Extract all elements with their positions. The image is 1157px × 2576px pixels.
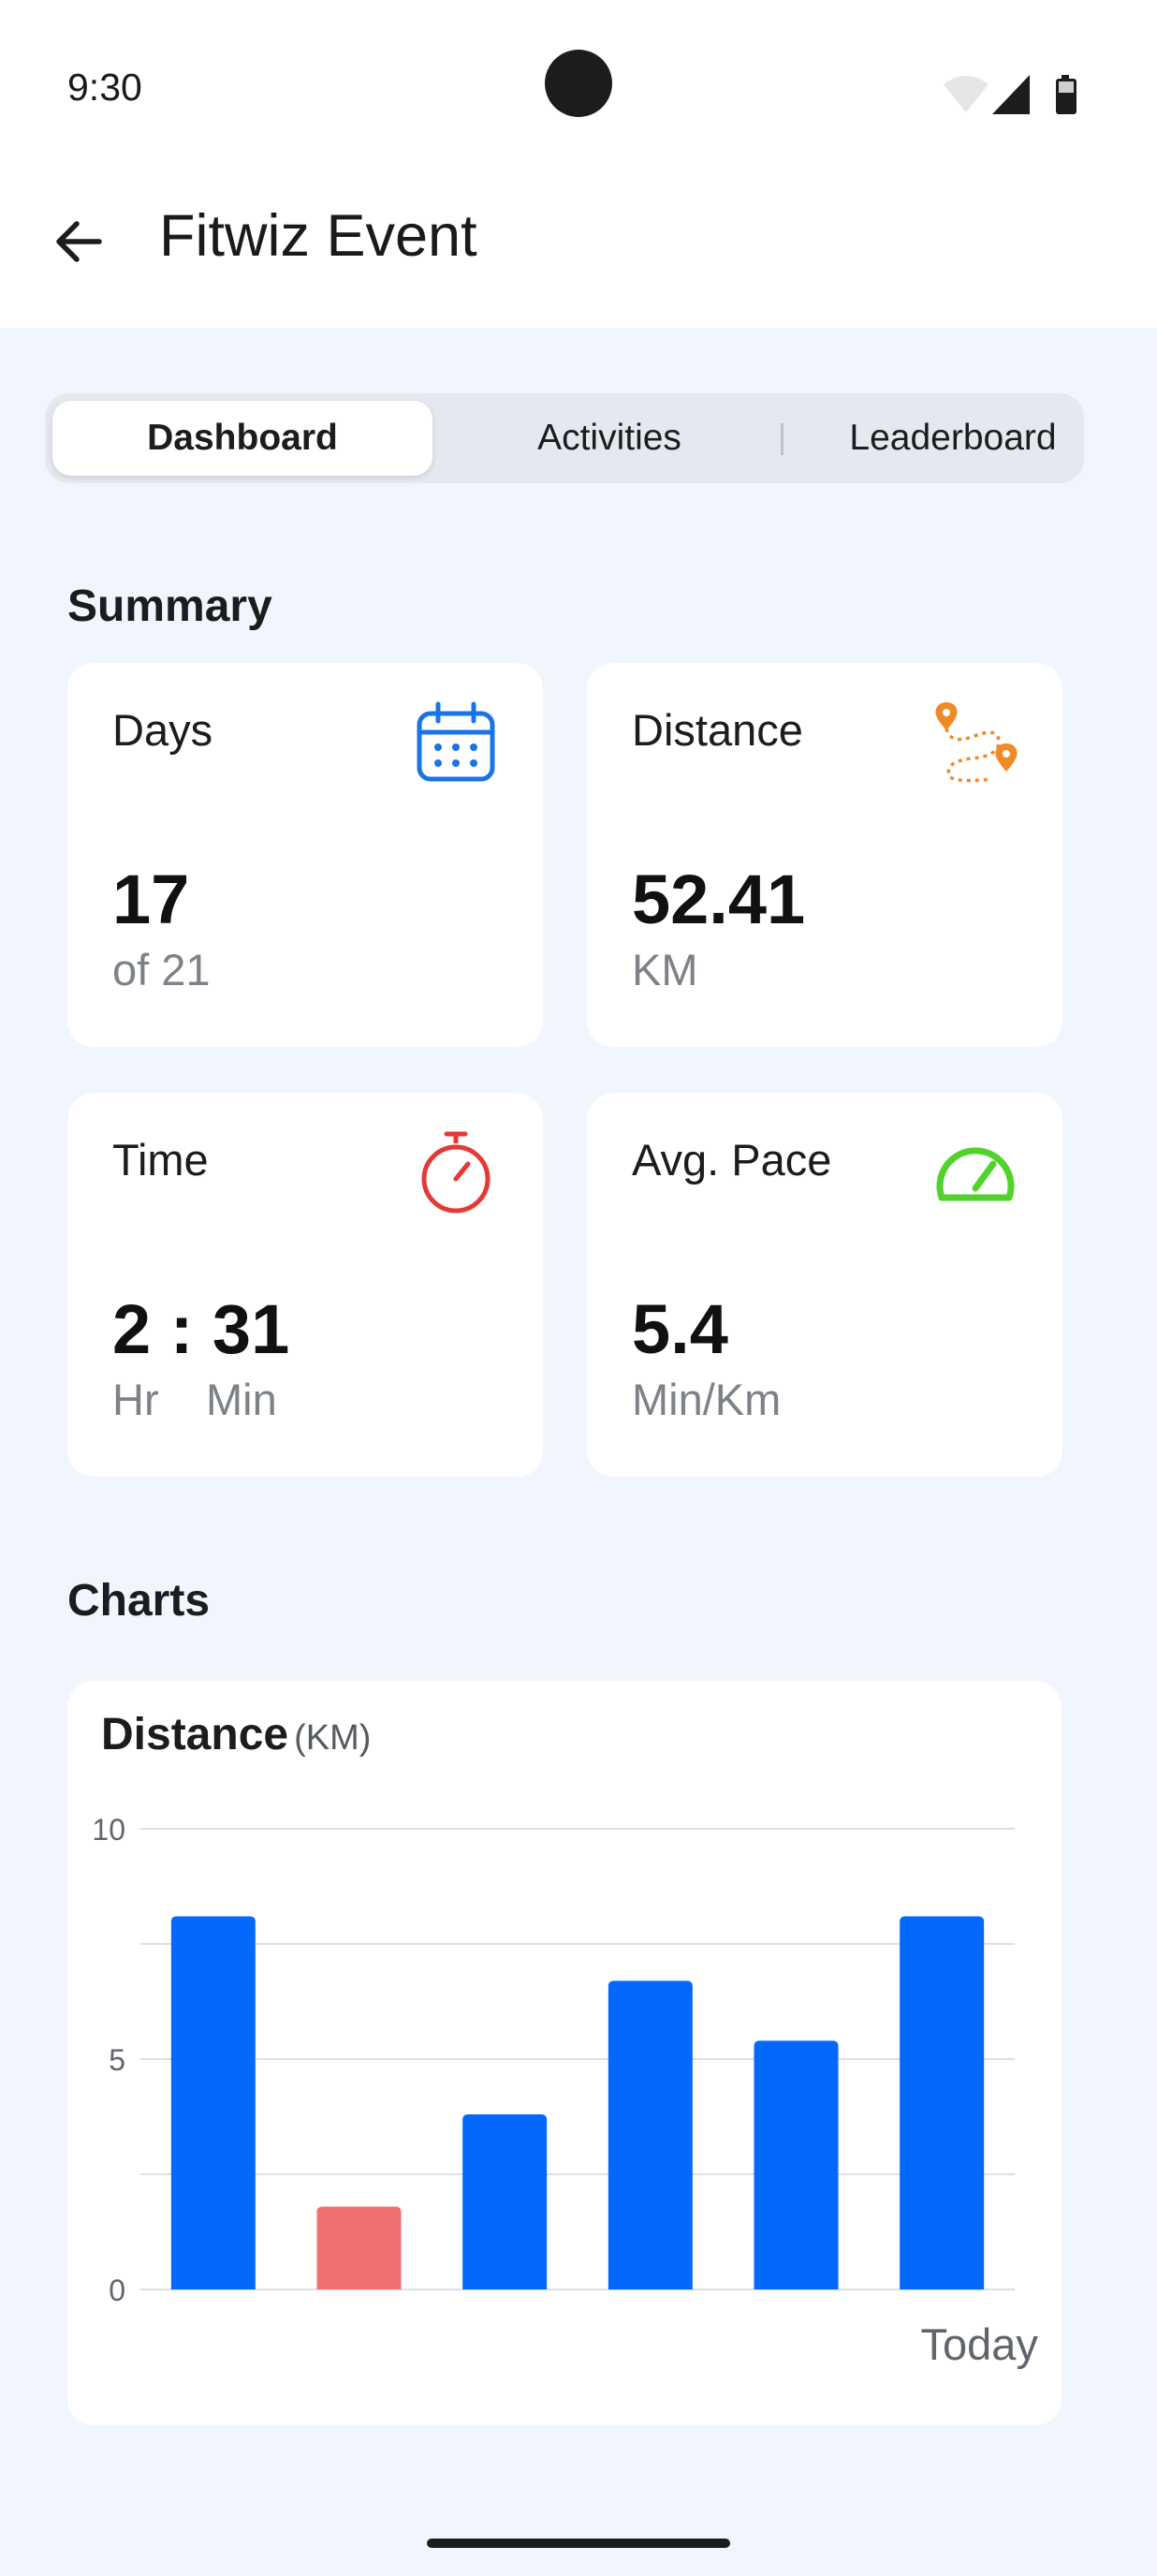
distance-value: 52.41 bbox=[632, 861, 806, 938]
battery-icon bbox=[1056, 75, 1076, 114]
page-title: Fitwiz Event bbox=[159, 203, 477, 269]
app-bar: Fitwiz Event bbox=[0, 178, 1157, 328]
y-tick-label: 0 bbox=[109, 2274, 125, 2307]
chart-title: Distance (KM) bbox=[101, 1709, 371, 1760]
stopwatch-icon bbox=[421, 1131, 491, 1214]
distance-bar-chart: 0 5 10 Today bbox=[92, 1813, 1038, 2369]
chart-bar bbox=[608, 1980, 693, 2289]
home-indicator[interactable] bbox=[427, 2539, 730, 2548]
pace-card[interactable]: Avg. Pace 5.4 Min/Km bbox=[587, 1093, 1062, 1477]
chart-unit: (KM) bbox=[294, 1718, 372, 1758]
camera-cutout bbox=[545, 50, 612, 117]
days-sub: of 21 bbox=[112, 945, 211, 994]
chart-bar bbox=[316, 2206, 402, 2289]
charts-heading: Charts bbox=[67, 1576, 211, 1626]
pace-value: 5.4 bbox=[632, 1290, 728, 1368]
y-tick-label: 10 bbox=[92, 1813, 125, 1847]
time-label: Time bbox=[112, 1135, 209, 1185]
distance-label: Distance bbox=[632, 705, 803, 755]
time-sub-hr: Hr bbox=[112, 1375, 159, 1424]
screen: 9:30 Fitwiz Event Dashboard Activities L… bbox=[0, 0, 1157, 2576]
chart-bar bbox=[170, 1916, 256, 2289]
calendar-icon bbox=[417, 701, 495, 782]
chart-bar bbox=[462, 2114, 548, 2289]
tab-divider bbox=[781, 423, 784, 455]
time-value: 2 : 31 bbox=[112, 1290, 290, 1368]
tab-leaderboard[interactable]: Leaderboard bbox=[794, 401, 1112, 476]
summary-heading: Summary bbox=[67, 581, 272, 631]
distance-chart-card: 0 5 10 Today Distance (KM) bbox=[67, 1681, 1062, 2425]
status-bar: 9:30 bbox=[0, 0, 1157, 178]
days-value: 17 bbox=[112, 861, 190, 938]
arrow-left-icon[interactable] bbox=[49, 212, 109, 272]
wifi-icon bbox=[944, 76, 989, 112]
pace-sub: Min/Km bbox=[632, 1375, 782, 1424]
time-sub-min: Min bbox=[206, 1375, 277, 1424]
x-tick-label: Today bbox=[920, 2319, 1038, 2369]
days-card[interactable]: Days 17 of 21 bbox=[67, 663, 543, 1047]
days-label: Days bbox=[112, 705, 213, 755]
chart-title-text: Distance bbox=[101, 1710, 289, 1759]
status-time: 9:30 bbox=[67, 66, 142, 109]
speedometer-icon bbox=[936, 1147, 1015, 1201]
pace-label: Avg. Pace bbox=[632, 1135, 832, 1185]
tab-bar: Dashboard Activities Leaderboard bbox=[45, 393, 1084, 483]
signal-icon bbox=[992, 75, 1030, 114]
y-tick-label: 5 bbox=[109, 2043, 125, 2077]
tab-dashboard[interactable]: Dashboard bbox=[52, 401, 432, 476]
status-icons bbox=[944, 75, 1076, 114]
distance-sub: KM bbox=[632, 945, 698, 994]
time-card[interactable]: Time 2 : 31 Hr Min bbox=[67, 1093, 543, 1477]
chart-bar bbox=[754, 2040, 839, 2289]
tab-activities[interactable]: Activities bbox=[436, 401, 783, 476]
chart-bar bbox=[900, 1916, 985, 2289]
distance-card[interactable]: Distance 52.41 KM bbox=[587, 663, 1062, 1047]
route-pin-icon bbox=[935, 702, 1018, 783]
